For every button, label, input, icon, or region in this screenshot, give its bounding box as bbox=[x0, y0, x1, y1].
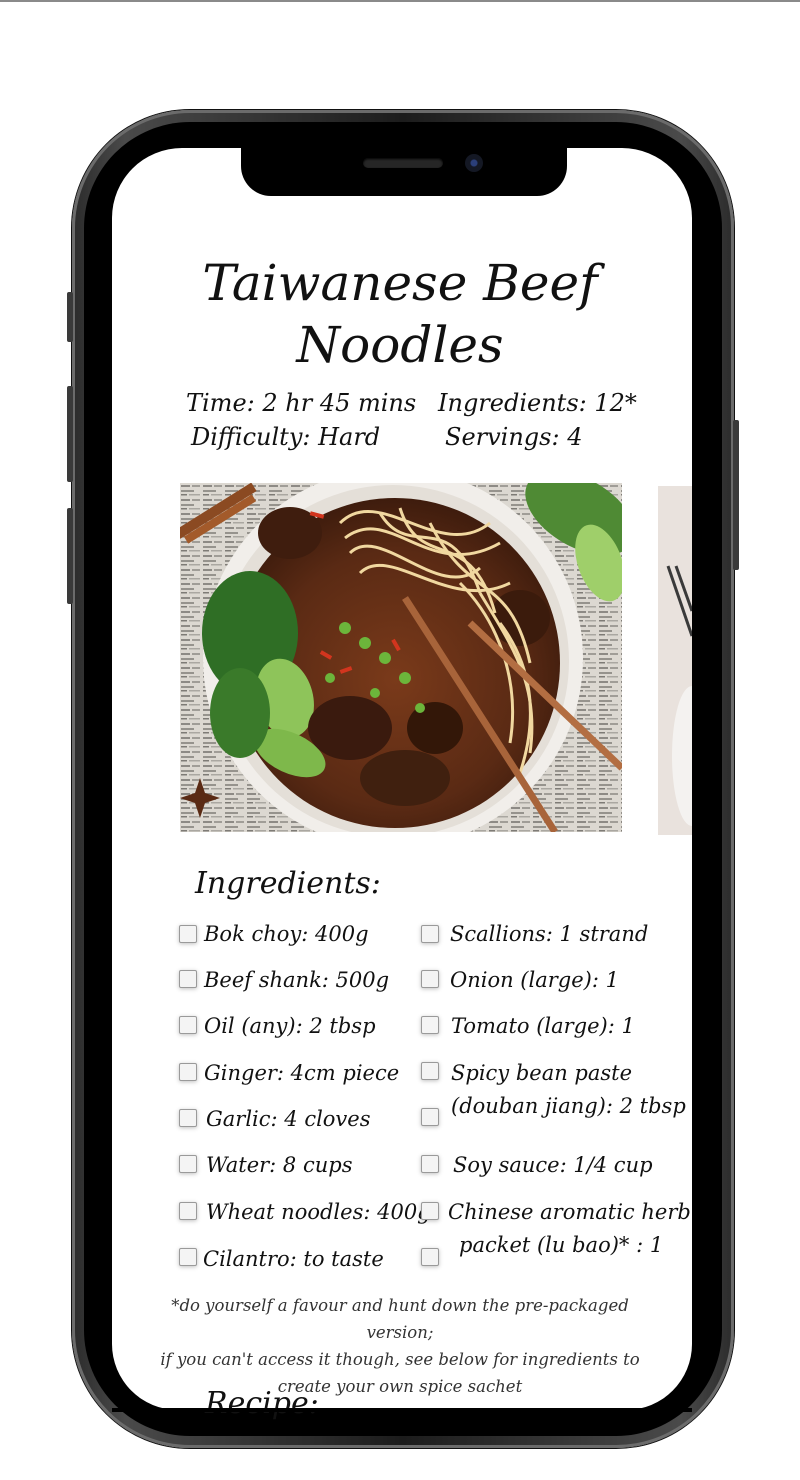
meta-ingredients-count: Ingredients: 12* bbox=[438, 389, 637, 417]
ingredient-checkbox-onion[interactable] bbox=[421, 970, 439, 988]
next-photo-preview-image bbox=[658, 486, 692, 835]
meta-time: Time: 2 hr 45 mins bbox=[186, 389, 417, 417]
ingredient-checkbox-garlic[interactable] bbox=[179, 1109, 197, 1127]
ingredient-label: Oil (any): 2 tbsp bbox=[204, 1014, 376, 1038]
ingredient-label: Wheat noodles: 400g bbox=[206, 1200, 431, 1224]
ingredient-checkbox-ginger[interactable] bbox=[179, 1063, 197, 1081]
recipe-title: Taiwanese Beef Noodles bbox=[202, 254, 598, 374]
ingredient-label: Bok choy: 400g bbox=[204, 922, 369, 946]
volume-down-button bbox=[67, 508, 73, 604]
ingredient-label: Scallions: 1 strand bbox=[450, 922, 649, 946]
footnote-line: if you can't access it though, see below… bbox=[160, 1350, 640, 1369]
silent-switch bbox=[67, 292, 73, 342]
ingredient-label: Spicy bean paste bbox=[451, 1061, 633, 1085]
ingredient-checkbox-water[interactable] bbox=[179, 1155, 197, 1173]
volume-up-button bbox=[67, 386, 73, 482]
beef-noodle-bowl-image bbox=[180, 483, 622, 832]
recipe-photo-carousel-next[interactable] bbox=[658, 486, 692, 835]
ingredient-checkbox-spicy-bean-paste[interactable] bbox=[421, 1108, 439, 1126]
ingredient-checkbox-herb-packet[interactable] bbox=[421, 1248, 439, 1266]
ingredient-label: (douban jiang): 2 tbsp bbox=[451, 1094, 686, 1118]
ingredient-checkbox-tomato[interactable] bbox=[421, 1016, 439, 1034]
ingredient-label: Tomato (large): 1 bbox=[451, 1014, 635, 1038]
meta-servings: Servings: 4 bbox=[445, 423, 583, 451]
ingredient-checkbox-wheat-noodles[interactable] bbox=[179, 1202, 197, 1220]
recipe-photo-carousel-current[interactable] bbox=[180, 483, 622, 832]
ingredient-checkbox-herb-packet-label[interactable] bbox=[421, 1202, 439, 1220]
ingredient-label: Cilantro: to taste bbox=[203, 1247, 384, 1271]
browser-top-border bbox=[0, 0, 800, 2]
ingredient-checkbox-beef-shank[interactable] bbox=[179, 970, 197, 988]
ingredient-label: Garlic: 4 cloves bbox=[206, 1107, 371, 1131]
ingredient-checkbox-scallions[interactable] bbox=[421, 925, 439, 943]
ingredient-label: Onion (large): 1 bbox=[450, 968, 619, 992]
ingredient-checkbox-soy-sauce[interactable] bbox=[421, 1155, 439, 1173]
ingredient-label: Beef shank: 500g bbox=[204, 968, 390, 992]
phone-notch bbox=[241, 148, 567, 196]
ingredient-label: Ginger: 4cm piece bbox=[204, 1061, 400, 1085]
ingredient-checkbox-spicy-bean-paste-label[interactable] bbox=[421, 1062, 439, 1080]
ingredient-checkbox-cilantro[interactable] bbox=[179, 1248, 197, 1266]
ingredient-label: packet (lu bao)* : 1 bbox=[459, 1233, 664, 1257]
ingredient-label: Soy sauce: 1/4 cup bbox=[453, 1153, 653, 1177]
front-camera-icon bbox=[465, 154, 483, 172]
footnote-line: *do yourself a favour and hunt down the … bbox=[171, 1296, 629, 1342]
ingredients-heading: Ingredients: bbox=[195, 866, 381, 901]
screen-bottom-bezel bbox=[112, 1408, 692, 1412]
speaker-grille bbox=[363, 158, 443, 168]
meta-difficulty: Difficulty: Hard bbox=[191, 423, 381, 451]
ingredient-label: Chinese aromatic herb bbox=[448, 1200, 691, 1224]
recipe-steps-heading: Recipe: bbox=[205, 1386, 319, 1421]
ingredient-checkbox-oil[interactable] bbox=[179, 1016, 197, 1034]
ingredient-label: Water: 8 cups bbox=[206, 1153, 353, 1177]
ingredient-checkbox-bok-choy[interactable] bbox=[179, 925, 197, 943]
power-button bbox=[733, 420, 739, 570]
